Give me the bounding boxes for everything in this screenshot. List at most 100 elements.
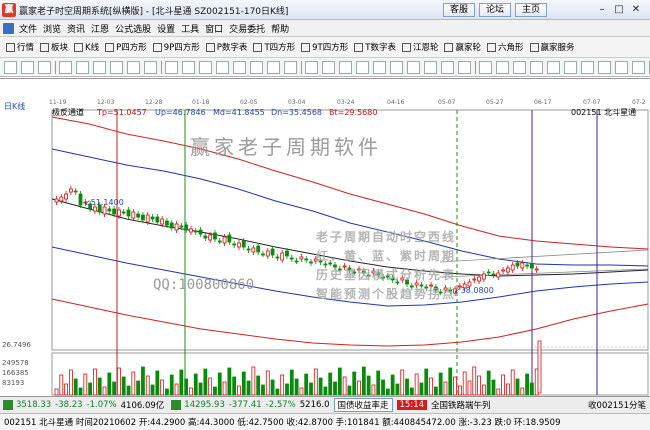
homepage-button[interactable]: 主页 <box>515 3 548 17</box>
print-icon[interactable] <box>479 60 492 74</box>
calendar-icon[interactable] <box>598 60 611 74</box>
toolbar-kline-button[interactable]: K线 <box>74 41 99 53</box>
rect-icon[interactable] <box>199 60 212 74</box>
arrow-up-icon[interactable] <box>144 60 157 74</box>
menu-info[interactable]: 资讯 <box>64 22 88 35</box>
eraser-icon[interactable] <box>284 60 297 74</box>
home-icon[interactable] <box>38 60 51 74</box>
toolbar-grid-button[interactable]: 行情 <box>6 41 34 53</box>
back-icon[interactable] <box>4 60 17 74</box>
forum-button[interactable]: 论坛 <box>479 3 512 17</box>
refresh-icon[interactable] <box>530 60 543 74</box>
menu-browse[interactable]: 浏览 <box>40 22 64 35</box>
table-icon[interactable] <box>458 60 471 74</box>
cycle-icon[interactable] <box>233 60 246 74</box>
9t-square-icon <box>301 42 311 52</box>
volume-bar <box>333 381 337 396</box>
menu-formula[interactable]: 公式选股 <box>112 22 154 35</box>
ruler-icon[interactable] <box>322 60 335 74</box>
gear-icon[interactable] <box>373 60 386 74</box>
forward-icon[interactable] <box>21 60 34 74</box>
candle-body <box>294 260 299 263</box>
candle-body <box>131 211 136 219</box>
volume-bar <box>472 366 477 396</box>
compass-icon[interactable] <box>632 60 645 74</box>
clock-icon[interactable] <box>615 60 628 74</box>
candle-body <box>486 271 491 274</box>
grid-icon[interactable] <box>305 60 318 74</box>
help-icon[interactable] <box>390 60 403 74</box>
menu-help[interactable]: 帮助 <box>268 22 292 35</box>
layout-icon[interactable] <box>59 60 72 74</box>
news-ticker[interactable]: 国债收益率走 <box>333 398 393 412</box>
candle-body <box>112 208 117 215</box>
index1-amount: 4106.09亿 <box>120 401 165 411</box>
volume-bar <box>227 367 232 396</box>
line-icon[interactable] <box>127 60 140 74</box>
toolbar-9p-square-button[interactable]: 9P四方形 <box>152 41 200 53</box>
minimize-icon[interactable]: – <box>594 3 610 17</box>
zoom-in-icon[interactable] <box>76 60 89 74</box>
arrow-down-icon[interactable] <box>165 60 178 74</box>
volume-bar <box>232 376 237 396</box>
chart-icon[interactable] <box>441 60 454 74</box>
toolbar-t-table-button[interactable]: T数字表 <box>354 41 396 53</box>
menu-window[interactable]: 窗口 <box>202 22 226 35</box>
fan-icon[interactable] <box>250 60 263 74</box>
candle-body <box>208 234 213 241</box>
kline-chart[interactable]: 11-19 12-03 12-28 01-18 02-05 03-04 03-24 04-16… <box>0 79 650 397</box>
open-icon[interactable] <box>513 60 526 74</box>
volume-bar <box>313 368 318 396</box>
volume-bar <box>117 367 121 396</box>
close-icon[interactable]: ✕ <box>628 3 644 17</box>
trend-line <box>439 249 649 263</box>
toolbar-p-table-button[interactable]: P数字表 <box>205 41 247 53</box>
tick-detail-link[interactable]: 收002151分笔 <box>588 399 646 411</box>
toolbar-gann-wheel-button[interactable]: 江恩轮 <box>401 41 438 53</box>
index1-value: 3518.33 <box>16 400 52 410</box>
volume-bar <box>179 369 184 396</box>
toolbar-9t-square-button[interactable]: 9T四方形 <box>301 41 348 53</box>
candle-body <box>285 250 289 257</box>
volume-bar <box>400 369 405 396</box>
volume-bar <box>184 378 189 396</box>
toolbar-label: 六角形 <box>497 43 524 53</box>
market-down-icon <box>171 400 182 410</box>
zoom-out-icon[interactable] <box>93 60 106 74</box>
pen-icon[interactable] <box>267 60 280 74</box>
target-icon[interactable] <box>339 60 352 74</box>
maximize-icon[interactable]: □ <box>611 3 627 17</box>
chart-area[interactable]: 11-19 12-03 12-28 01-18 02-05 03-04 03-24 04-16… <box>0 78 650 396</box>
search-icon[interactable] <box>547 60 560 74</box>
kline-icon[interactable] <box>110 60 123 74</box>
candle-body <box>93 206 97 212</box>
save-icon[interactable] <box>496 60 509 74</box>
toolbar-t-square-button[interactable]: T四方形 <box>253 41 295 53</box>
toolbar-winner-wheel-button[interactable]: 赢家轮 <box>444 41 481 53</box>
star-icon[interactable] <box>407 60 420 74</box>
index1-pct: -1.07% <box>86 400 117 410</box>
indicator-name: 极反通道 <box>52 107 84 117</box>
news-ticker-2[interactable]: 全国铁路端午列 <box>431 399 491 411</box>
menu-file[interactable]: 文件 <box>16 22 40 35</box>
menu-trade[interactable]: 交易委托 <box>226 22 268 35</box>
toolbar-hexagon-button[interactable]: 六角形 <box>486 41 524 53</box>
toolbar-blocks-button[interactable]: 板块 <box>40 41 68 53</box>
list-icon[interactable] <box>581 60 594 74</box>
menu-tools[interactable]: 工具 <box>178 22 202 35</box>
flag-icon[interactable] <box>424 60 437 74</box>
app-menu-icon[interactable] <box>3 22 14 34</box>
volume-bar <box>376 370 381 396</box>
lock-icon[interactable] <box>356 60 369 74</box>
zoom-fit-icon[interactable] <box>564 60 577 74</box>
news-time: 15:14 <box>396 400 428 410</box>
menu-settings[interactable]: 设置 <box>154 22 178 35</box>
toolbar-service-button[interactable]: 赢家服务 <box>529 41 575 53</box>
date-tick: 07-07 <box>583 99 601 106</box>
volume-bar <box>69 369 73 396</box>
ellipse-icon[interactable] <box>216 60 229 74</box>
customer-service-button[interactable]: 客服 <box>443 3 476 17</box>
menu-gann[interactable]: 江恩 <box>88 22 112 35</box>
text-icon[interactable] <box>182 60 195 74</box>
toolbar-p-square-button[interactable]: P四方形 <box>105 41 147 53</box>
